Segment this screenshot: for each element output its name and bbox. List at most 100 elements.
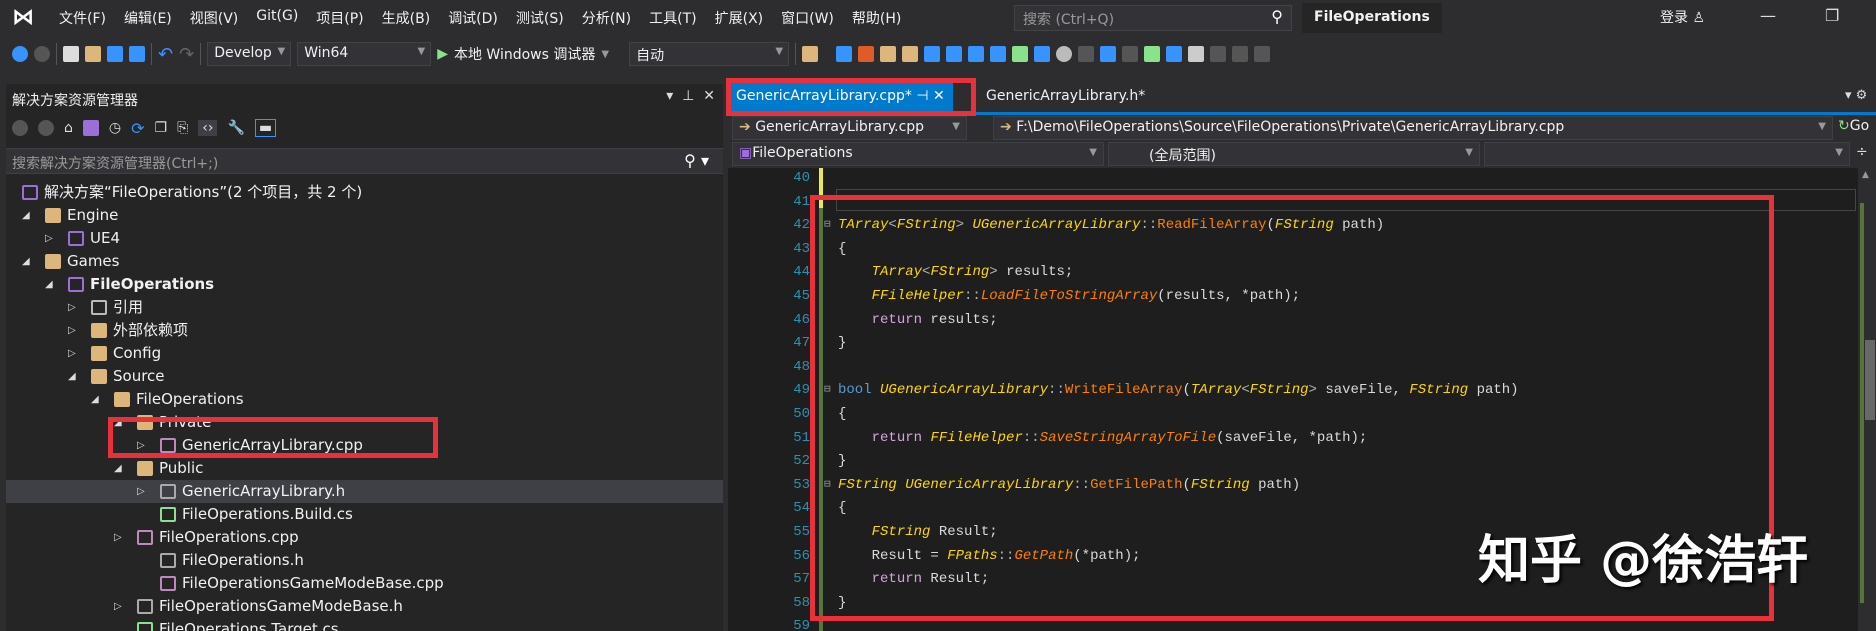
tree-item[interactable]: ▷ UE4: [6, 227, 723, 250]
expanded-arrow-icon[interactable]: ◢: [45, 273, 57, 296]
tree-item[interactable]: ◢ FileOperations: [6, 388, 723, 411]
step-icon[interactable]: [990, 46, 1007, 62]
tab-overflow-icon[interactable]: ▾ ⚙: [1845, 88, 1867, 103]
show-all-files-icon[interactable]: ⎘: [177, 120, 188, 136]
menu-item[interactable]: 窗口(W): [772, 8, 843, 28]
copy-icon[interactable]: [1034, 46, 1051, 62]
tree-item[interactable]: ◢ FileOperations: [6, 273, 723, 296]
expanded-arrow-icon[interactable]: ◢: [91, 388, 103, 411]
uncomment-icon[interactable]: [1166, 46, 1183, 62]
mode-select[interactable]: 自动 ▼: [629, 42, 790, 66]
navigate-back-icon[interactable]: [946, 46, 963, 62]
link-icon[interactable]: [1056, 46, 1073, 62]
undo-icon[interactable]: ↶: [158, 44, 173, 65]
menu-item[interactable]: 生成(B): [373, 8, 440, 28]
open-icon[interactable]: [85, 46, 101, 62]
home-icon[interactable]: ⌂: [64, 120, 73, 136]
menu-item[interactable]: 视图(V): [181, 8, 248, 28]
tree-item[interactable]: ▷ GenericArrayLibrary.h: [6, 480, 723, 503]
collapsed-arrow-icon[interactable]: ▷: [137, 480, 149, 503]
menu-item[interactable]: 编辑(E): [115, 8, 181, 28]
menu-item[interactable]: 扩展(X): [706, 8, 773, 28]
switch-views-icon[interactable]: [82, 120, 99, 136]
collapsed-arrow-icon[interactable]: ▷: [68, 296, 80, 319]
tree-item[interactable]: FileOperations.h: [6, 549, 723, 572]
comment-icon[interactable]: [1144, 46, 1161, 62]
new-item-icon[interactable]: [63, 46, 79, 62]
collapsed-arrow-icon[interactable]: ▷: [114, 595, 126, 618]
collapsed-arrow-icon[interactable]: ▷: [68, 319, 80, 342]
search-input[interactable]: 搜索 (Ctrl+Q) ⚲: [1014, 5, 1292, 31]
bookmark-icon[interactable]: [1188, 46, 1205, 62]
menu-item[interactable]: 调试(D): [439, 8, 507, 28]
member-select[interactable]: ▼: [1484, 142, 1850, 166]
spellcheck-icon[interactable]: [1012, 46, 1029, 62]
split-icon[interactable]: ÷: [1856, 144, 1868, 160]
play-icon[interactable]: ▶: [437, 46, 448, 62]
dropdown-icon[interactable]: ▾: [666, 88, 673, 104]
close-icon[interactable]: ✕: [703, 88, 715, 104]
chevron-down-icon[interactable]: ▼: [601, 49, 609, 60]
solution-search-input[interactable]: 搜索解决方案资源管理器(Ctrl+;) ⚲ ▾: [6, 148, 723, 174]
platform-select[interactable]: Win64 ▼: [297, 42, 432, 66]
save-all-icon[interactable]: [129, 46, 145, 62]
project-scope-select[interactable]: ▣FileOperations ▼: [732, 142, 1104, 166]
tree-item[interactable]: FileOperations.Target.cs: [6, 618, 723, 631]
redo-icon[interactable]: ↷: [179, 44, 194, 65]
expanded-arrow-icon[interactable]: ◢: [114, 457, 126, 480]
refresh-icon[interactable]: [880, 46, 897, 62]
editor-tab[interactable]: GenericArrayLibrary.h*: [978, 82, 1153, 112]
tree-item[interactable]: ◢ Engine: [6, 204, 723, 227]
pin-icon[interactable]: ⊥: [682, 88, 694, 104]
scroll-thumb[interactable]: [1865, 340, 1875, 420]
tree-item[interactable]: ◢ Source: [6, 365, 723, 388]
tree-item[interactable]: FileOperations.Build.cs: [6, 503, 723, 526]
tree-item[interactable]: FileOperationsGameModeBase.cpp: [6, 572, 723, 595]
vertical-scrollbar[interactable]: ▲: [1858, 168, 1876, 631]
build-icon[interactable]: [858, 46, 875, 62]
go-button[interactable]: ↻Go: [1838, 118, 1869, 134]
tree-item[interactable]: ◢ Games: [6, 250, 723, 273]
tree-item[interactable]: 解决方案“FileOperations”(2 个项目，共 2 个): [6, 181, 723, 204]
minimize-button[interactable]: —: [1760, 6, 1776, 25]
back-icon[interactable]: [12, 46, 28, 62]
properties-icon[interactable]: 🔧: [227, 120, 244, 136]
login-button[interactable]: 登录 ♙: [1660, 7, 1705, 27]
expanded-arrow-icon[interactable]: ◢: [68, 365, 80, 388]
save-icon[interactable]: [107, 46, 123, 62]
collapsed-arrow-icon[interactable]: ▷: [68, 342, 80, 365]
file-nav-select[interactable]: ➔ GenericArrayLibrary.cpp ▼: [732, 116, 967, 140]
menu-item[interactable]: 文件(F): [50, 8, 115, 28]
home-icon[interactable]: [836, 46, 853, 62]
menu-item[interactable]: 测试(S): [507, 8, 573, 28]
code-view-icon[interactable]: ‹›: [198, 120, 218, 136]
config-select[interactable]: Develop ▼: [207, 42, 292, 66]
collapsed-arrow-icon[interactable]: ▷: [45, 227, 57, 250]
menu-item[interactable]: 分析(N): [573, 8, 640, 28]
find-in-files-icon[interactable]: [802, 46, 819, 62]
restore-button[interactable]: ❐: [1825, 6, 1839, 25]
tree-item[interactable]: ▷ Config: [6, 342, 723, 365]
menu-item[interactable]: 帮助(H): [843, 8, 910, 28]
search-folder-icon[interactable]: [902, 46, 919, 62]
navigate-forward-icon[interactable]: [968, 46, 985, 62]
tree-item[interactable]: ▷ FileOperations.cpp: [6, 526, 723, 549]
expanded-arrow-icon[interactable]: ◢: [22, 204, 34, 227]
start-debugger-button[interactable]: 本地 Windows 调试器: [454, 44, 595, 64]
preview-icon[interactable]: ▬: [254, 119, 277, 137]
menu-item[interactable]: 项目(P): [307, 8, 372, 28]
quick-find-icon[interactable]: [924, 46, 941, 62]
tree-item[interactable]: ▷ 外部依赖项: [6, 319, 723, 342]
path-nav-select[interactable]: ➔ F:\Demo\FileOperations\Source\FileOper…: [993, 116, 1833, 140]
forward-icon[interactable]: [38, 120, 54, 136]
sync-icon[interactable]: ⟳: [131, 119, 144, 138]
tree-item[interactable]: ▷ 引用: [6, 296, 723, 319]
scroll-up-icon[interactable]: ▲: [1862, 170, 1869, 180]
expanded-arrow-icon[interactable]: ◢: [22, 250, 34, 273]
collapse-all-icon[interactable]: ❐: [155, 120, 168, 136]
scope-select[interactable]: (全局范围) ▼: [1108, 142, 1480, 166]
menu-item[interactable]: 工具(T): [640, 8, 705, 28]
back-icon[interactable]: [12, 120, 28, 136]
forward-icon[interactable]: [34, 46, 50, 62]
menu-item[interactable]: Git(G): [247, 8, 307, 28]
